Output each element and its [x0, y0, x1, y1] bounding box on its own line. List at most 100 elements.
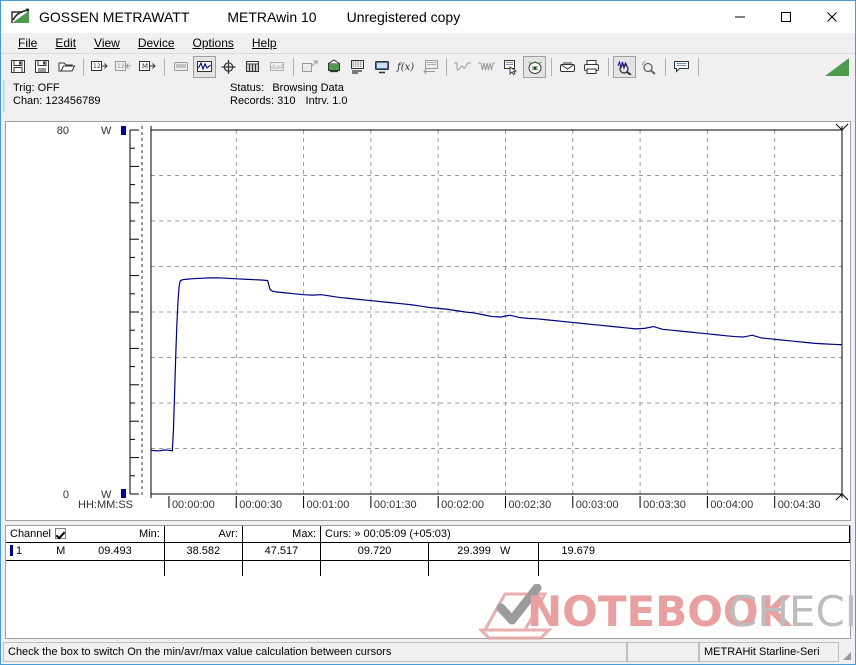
- status-value: Browsing Data: [272, 82, 344, 94]
- maximize-button[interactable]: [763, 1, 809, 33]
- y-axis-min-label: 0: [63, 489, 69, 501]
- x-axis-tick-label: 00:02:30: [508, 499, 551, 511]
- metrawin-window: GOSSEN METRAWATT METRAwin 10 Unregistere…: [0, 0, 856, 665]
- readback-icon[interactable]: [418, 56, 441, 78]
- minmax-enable-checkbox-cell[interactable]: [52, 526, 66, 542]
- menu-item-view[interactable]: View: [85, 34, 129, 52]
- close-icon: [826, 11, 838, 23]
- analog-curve-icon[interactable]: [451, 56, 474, 78]
- setup-icon[interactable]: [346, 56, 369, 78]
- close-button[interactable]: [809, 1, 855, 33]
- window-controls: [717, 1, 855, 33]
- svg-text:12: 12: [117, 63, 125, 70]
- crosshair-icon[interactable]: [217, 56, 240, 78]
- print-icon[interactable]: [580, 56, 603, 78]
- menu-item-device[interactable]: Device: [129, 34, 184, 52]
- zoom-curve-icon[interactable]: [613, 56, 636, 78]
- table-view-icon[interactable]: [241, 56, 264, 78]
- send-config-icon[interactable]: [298, 56, 321, 78]
- list-view-icon[interactable]: [169, 56, 192, 78]
- trigger-icon[interactable]: [523, 56, 546, 78]
- channel-color-swatch: [10, 545, 13, 556]
- status-hint: Check the box to switch On the min/avr/m…: [3, 642, 627, 662]
- x-axis-tick-label: 00:04:00: [710, 499, 753, 511]
- records-value: 310: [277, 95, 295, 107]
- minimize-icon: [734, 11, 746, 23]
- export-right-icon[interactable]: 12: [88, 56, 111, 78]
- trigger-value: OFF: [38, 82, 60, 94]
- info-bar: Trig: OFF Chan: 123456789 Status: Browsi…: [3, 80, 853, 112]
- power-curve-chart[interactable]: 80W0WHH:MM:SS00:00:0000:00:3000:01:0000:…: [6, 122, 850, 520]
- function-icon[interactable]: ƒ(x): [394, 56, 417, 78]
- row-channel-number: 1: [6, 542, 52, 560]
- menu-help-label: Help: [252, 36, 277, 50]
- open-icon[interactable]: [55, 56, 78, 78]
- menu-view-label: View: [94, 36, 120, 50]
- receive-config-icon[interactable]: [322, 56, 345, 78]
- select-cursor-icon[interactable]: [499, 56, 522, 78]
- cursor-avr-number: 29.399: [457, 545, 491, 557]
- table-blank-row: [6, 560, 850, 576]
- status-label: Status:: [230, 82, 264, 94]
- row-max-value: 47.517: [242, 542, 320, 560]
- maximize-icon: [780, 11, 792, 23]
- digital-curve-icon[interactable]: [475, 56, 498, 78]
- monitor-icon[interactable]: [370, 56, 393, 78]
- menu-item-edit[interactable]: Edit: [46, 34, 85, 52]
- svg-text:M: M: [142, 62, 148, 70]
- x-axis-tick-label: 00:01:00: [307, 499, 350, 511]
- app-title: METRAwin 10: [227, 9, 316, 25]
- y-axis-max-label: 80: [57, 125, 69, 137]
- svg-text:12: 12: [93, 63, 101, 70]
- menu-file-label: File: [18, 36, 37, 50]
- trigger-label: Trig:: [13, 82, 35, 94]
- menu-item-file[interactable]: File: [9, 34, 46, 52]
- header-max: Max:: [242, 526, 320, 542]
- toolbar-separator: [446, 58, 447, 76]
- resize-grip-icon[interactable]: [839, 642, 853, 662]
- print-preview-icon[interactable]: [556, 56, 579, 78]
- row-min-value: 09.493: [66, 542, 164, 560]
- memory-export-icon[interactable]: M: [136, 56, 159, 78]
- y-axis-unit-top: W: [101, 125, 112, 137]
- svg-text:ƒ(x): ƒ(x): [396, 62, 414, 73]
- status-middle: [627, 642, 699, 662]
- menu-item-help[interactable]: Help: [243, 34, 286, 52]
- x-axis-format-label: HH:MM:SS: [78, 499, 133, 511]
- save-icon[interactable]: [7, 56, 30, 78]
- brand-name: GOSSEN METRAWATT: [39, 9, 189, 25]
- x-axis-tick-label: 00:03:00: [576, 499, 619, 511]
- status-device: METRAHit Starline-Seri: [699, 642, 839, 662]
- toolbar-separator: [164, 58, 165, 76]
- header-avr: Avr:: [164, 526, 242, 542]
- x-axis-tick-label: 00:00:30: [239, 499, 282, 511]
- table-row[interactable]: 1 M 09.493 38.582 47.517 09.720 29.399 W…: [6, 542, 850, 560]
- save-as-icon[interactable]: [31, 56, 54, 78]
- cursor-avr-unit: W: [500, 545, 510, 557]
- table-header-row: Channel: Min: Avr: Max: Curs: » 00:05:09…: [6, 526, 850, 542]
- green-flag-icon: [825, 58, 849, 76]
- toolbar-separator: [608, 58, 609, 76]
- row-cursor-min-value: 09.720: [321, 542, 429, 560]
- minimize-button[interactable]: [717, 1, 763, 33]
- bar-view-icon[interactable]: [265, 56, 288, 78]
- status-line: Status: Browsing Data: [230, 82, 344, 94]
- x-axis-tick-label: 00:04:30: [778, 499, 821, 511]
- zoom-icon[interactable]: [637, 56, 660, 78]
- channel-value: 123456789: [45, 95, 100, 107]
- menu-item-options[interactable]: Options: [184, 34, 243, 52]
- comment-icon[interactable]: [670, 56, 693, 78]
- measurement-table-panel[interactable]: Channel: Min: Avr: Max: Curs: » 00:05:09…: [5, 525, 851, 639]
- chart-panel[interactable]: 80W0WHH:MM:SS00:00:0000:00:3000:01:0000:…: [5, 121, 851, 521]
- curve-view-icon[interactable]: [193, 56, 216, 78]
- menu-device-label: Device: [138, 36, 175, 50]
- x-axis-tick-label: 00:01:30: [374, 499, 417, 511]
- x-axis-tick-label: 00:02:00: [441, 499, 484, 511]
- row-cursor-max-value: 19.679: [539, 542, 850, 560]
- toolbar: 12 12 M: [1, 53, 855, 79]
- minmax-enable-checkbox[interactable]: [55, 528, 66, 539]
- import-left-icon[interactable]: 12: [112, 56, 135, 78]
- measurement-table: Channel: Min: Avr: Max: Curs: » 00:05:09…: [6, 526, 850, 576]
- records-line: Records: 310 Intrv. 1.0: [230, 95, 348, 107]
- header-min: Min:: [66, 526, 164, 542]
